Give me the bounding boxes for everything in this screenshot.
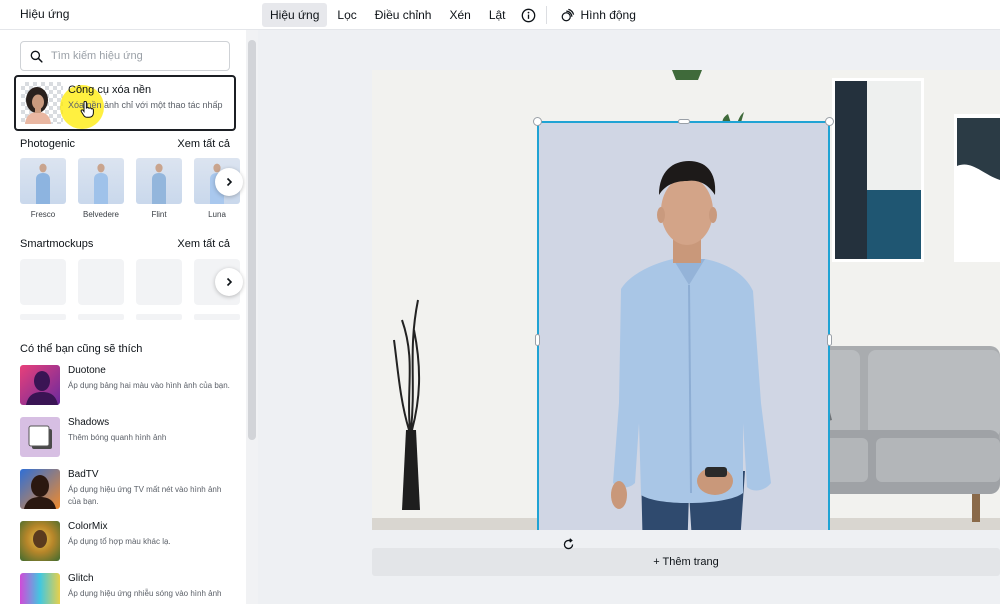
effect-title: Glitch [68, 573, 94, 584]
effect-title: Shadows [68, 417, 110, 428]
photogenic-item-flint[interactable]: Flint [136, 158, 182, 219]
photogenic-list: Fresco Belvedere Flint Luna [20, 158, 240, 219]
panel-title: Hiệu ứng [20, 7, 70, 21]
search-box[interactable] [20, 41, 230, 71]
portrait-photo [539, 123, 828, 530]
design-page[interactable] [372, 70, 1000, 530]
photogenic-thumbnail [136, 158, 182, 204]
effect-title: BadTV [68, 469, 99, 480]
effect-description: Áp dụng tổ hợp màu khác lạ. [68, 537, 171, 546]
background-remover-card[interactable]: Công cụ xóa nền Xóa nền ảnh chỉ với một … [14, 75, 236, 131]
animate-icon [561, 8, 574, 22]
effect-item-glitch[interactable]: Glitch Áp dụng hiệu ứng nhiễu sóng vào h… [20, 573, 236, 604]
search-icon [30, 50, 43, 63]
duotone-thumbnail [20, 365, 60, 405]
photogenic-thumbnail [20, 158, 66, 204]
toolbar-divider [545, 6, 547, 24]
photogenic-heading: Photogenic [20, 138, 76, 150]
panel-scrollbar[interactable] [246, 30, 258, 604]
smartmockups-see-all-link[interactable]: Xem tất cả [177, 238, 230, 250]
smartmockups-next-button[interactable] [215, 268, 243, 296]
resize-handle-left[interactable] [535, 334, 540, 346]
effect-item-colormix[interactable]: ColorMix Áp dụng tổ hợp màu khác lạ. [20, 521, 236, 573]
mockup-placeholder[interactable] [136, 259, 182, 320]
photogenic-item-belvedere[interactable]: Belvedere [78, 158, 124, 219]
filter-button[interactable]: Lọc [329, 3, 364, 27]
badtv-thumbnail [20, 469, 60, 509]
rotate-icon[interactable] [562, 538, 575, 551]
effect-title: ColorMix [68, 521, 108, 532]
hand-cursor-icon [80, 101, 94, 118]
effect-item-badtv[interactable]: BadTV Áp dụng hiệu ứng TV mất nét vào hì… [20, 469, 236, 521]
resize-handle-top[interactable] [678, 119, 690, 124]
photogenic-item-fresco[interactable]: Fresco [20, 158, 66, 219]
resize-handle-top-right[interactable] [825, 117, 834, 126]
smartmockups-list [20, 259, 240, 320]
info-icon [521, 8, 536, 22]
info-button[interactable] [516, 3, 542, 27]
animate-button[interactable]: Hình động [553, 3, 644, 27]
photogenic-see-all-link[interactable]: Xem tất cả [177, 138, 230, 150]
image-toolbar: Hiệu ứng Lọc Điều chỉnh Xén Lật Hình độn… [262, 2, 646, 28]
photogenic-thumbnail [78, 158, 124, 204]
flip-button[interactable]: Lật [481, 3, 514, 27]
chevron-right-icon [226, 177, 233, 187]
resize-handle-right[interactable] [827, 334, 832, 346]
background-remover-thumbnail [21, 82, 63, 124]
shadows-thumbnail [20, 417, 60, 457]
glitch-thumbnail [20, 573, 60, 604]
chevron-right-icon [226, 277, 233, 287]
smartmockups-heading: Smartmockups [20, 238, 94, 250]
top-bar: Hiệu ứng Hiệu ứng Lọc Điều chỉnh Xén Lật… [0, 0, 1000, 30]
effects-button[interactable]: Hiệu ứng [262, 3, 328, 27]
mockup-placeholder[interactable] [20, 259, 66, 320]
effect-item-shadows[interactable]: Shadows Thêm bóng quanh hình ảnh [20, 417, 236, 469]
effects-panel: Công cụ xóa nền Xóa nền ảnh chỉ với một … [0, 30, 246, 604]
search-input[interactable] [51, 50, 221, 62]
suggestions-list: Duotone Áp dụng bảng hai màu vào hình ản… [20, 365, 236, 604]
selected-image-frame[interactable] [533, 117, 834, 530]
effect-description: Áp dụng hiệu ứng TV mất nét vào hình ảnh… [68, 485, 222, 506]
photogenic-label: Flint [151, 210, 167, 219]
effect-description: Thêm bóng quanh hình ảnh [68, 433, 167, 442]
animate-label: Hình động [580, 8, 636, 22]
effect-title: Duotone [68, 365, 106, 376]
crop-button[interactable]: Xén [441, 3, 478, 27]
add-page-button[interactable]: + Thêm trang [372, 548, 1000, 576]
photogenic-label: Belvedere [82, 210, 120, 219]
photogenic-label: Fresco [30, 210, 56, 219]
effect-description: Áp dụng hiệu ứng nhiễu sóng vào hình ảnh [68, 589, 222, 598]
effect-description: Áp dụng bảng hai màu vào hình ảnh của bạ… [68, 381, 230, 390]
mockup-placeholder[interactable] [78, 259, 124, 320]
adjust-button[interactable]: Điều chỉnh [367, 3, 440, 27]
photogenic-next-button[interactable] [215, 168, 243, 196]
canvas-area: + Thêm trang [258, 30, 1000, 604]
suggestions-heading: Có thể bạn cũng sẽ thích [20, 343, 143, 355]
resize-handle-top-left[interactable] [533, 117, 542, 126]
background-remover-title: Công cụ xóa nền [68, 84, 152, 96]
photogenic-label: Luna [208, 210, 226, 219]
effect-item-duotone[interactable]: Duotone Áp dụng bảng hai màu vào hình ản… [20, 365, 236, 417]
colormix-thumbnail [20, 521, 60, 561]
